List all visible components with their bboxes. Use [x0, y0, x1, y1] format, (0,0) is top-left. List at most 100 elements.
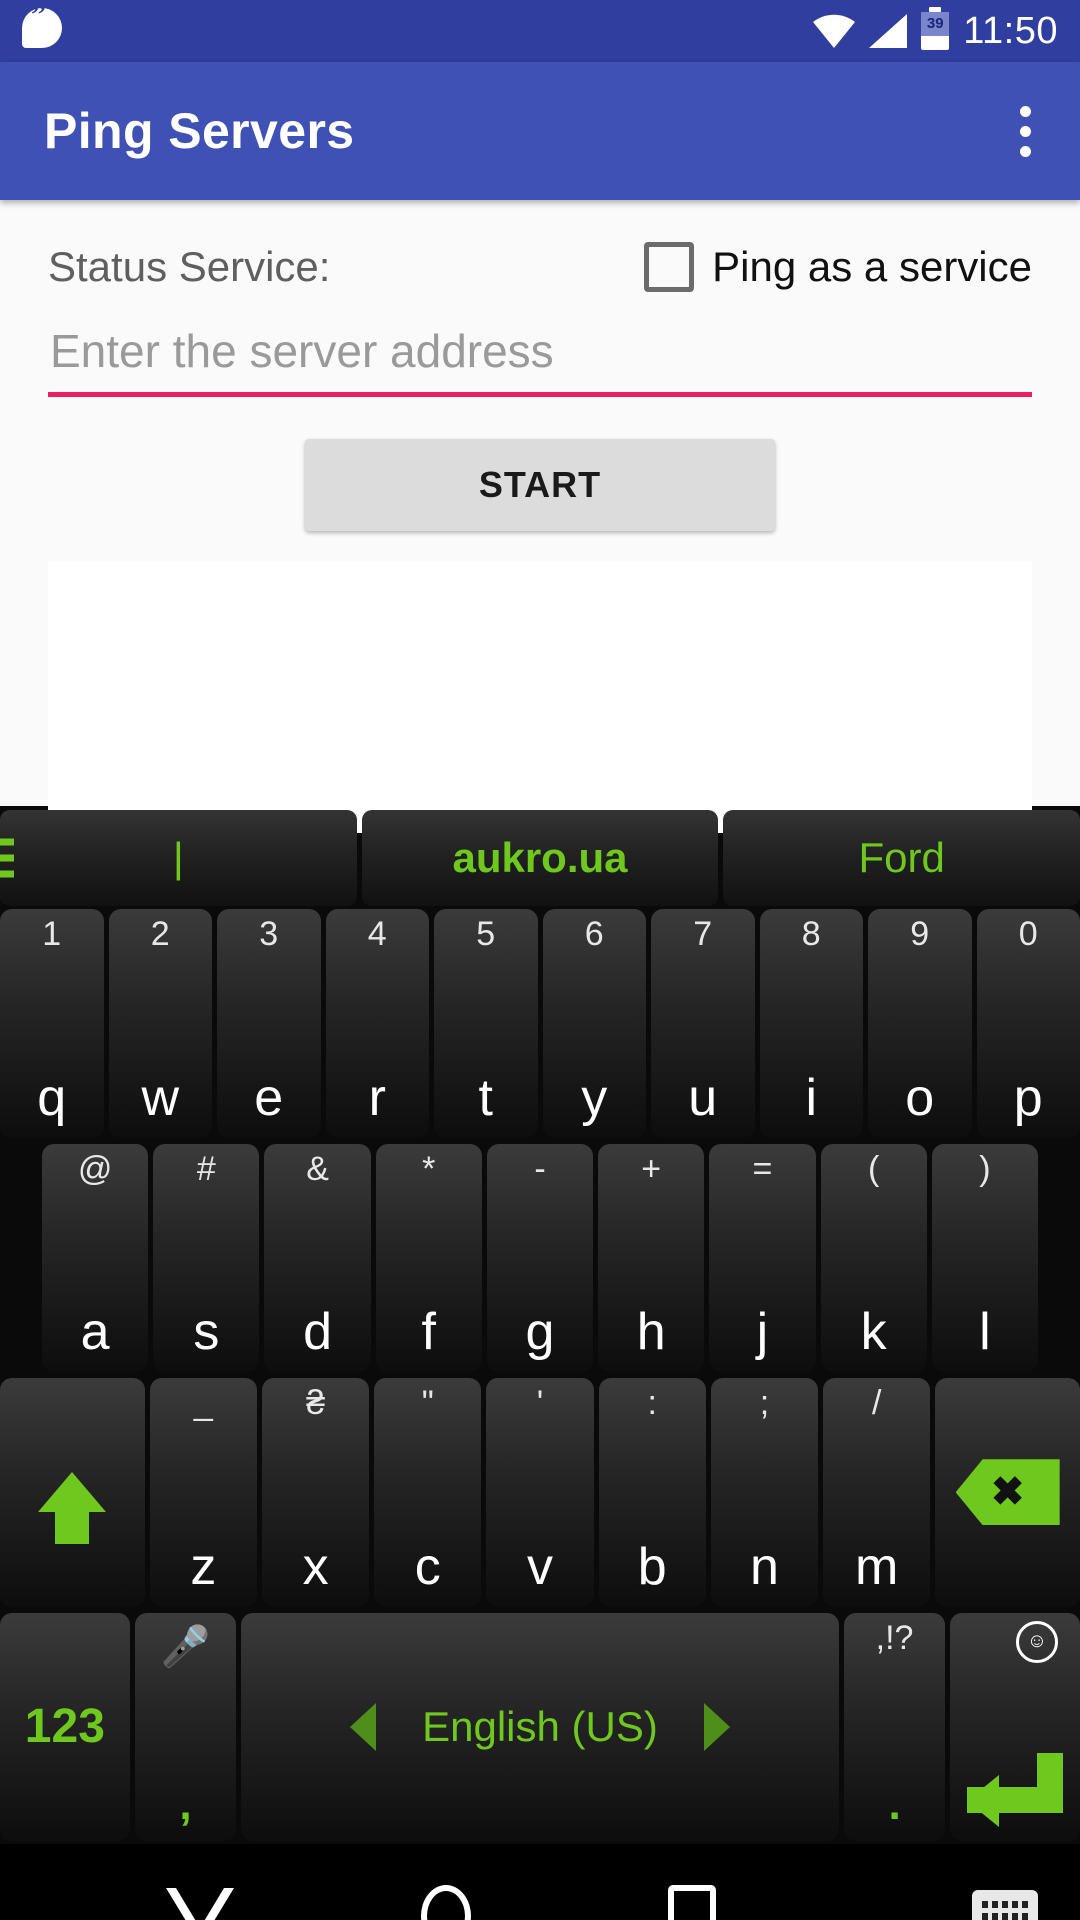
key-alt: _ [193, 1384, 213, 1422]
key-m[interactable]: / m [823, 1378, 931, 1607]
suggestion-item[interactable]: | [0, 810, 357, 906]
key-label: o [905, 1068, 935, 1127]
prev-language-icon[interactable] [350, 1702, 377, 1751]
key-s[interactable]: # s [153, 1143, 260, 1372]
keyboard-row-2: @ a # s & d * f -g + h = j (k ) l [0, 1141, 1080, 1376]
wifi-icon [813, 14, 856, 48]
server-address-input[interactable] [48, 318, 1032, 392]
start-button[interactable]: START [305, 439, 775, 531]
key-alt: 3 [259, 915, 279, 953]
back-icon [166, 1888, 234, 1920]
key-alt: - [534, 1149, 546, 1188]
key-label: l [979, 1303, 991, 1361]
period-key[interactable]: ,!? . [843, 1612, 946, 1841]
key-label: r [368, 1068, 386, 1127]
key-x[interactable]: ₴ x [261, 1378, 370, 1607]
key-label: y [581, 1068, 608, 1127]
next-language-icon[interactable] [703, 1702, 730, 1751]
key-label: v [527, 1537, 554, 1596]
ping-service-checkbox-group[interactable]: Ping as a service [644, 242, 1032, 292]
key-alt: + [641, 1149, 662, 1188]
menu-icon[interactable] [0, 838, 14, 878]
key-g[interactable]: -g [486, 1143, 594, 1372]
key-w[interactable]: 2w [108, 909, 212, 1138]
key-alt: 9 [910, 915, 930, 953]
server-address-field-wrap [48, 318, 1032, 397]
nav-home-button[interactable] [346, 1885, 546, 1920]
key-label: , [179, 1780, 192, 1829]
key-k[interactable]: (k [820, 1143, 927, 1372]
key-h[interactable]: + h [598, 1143, 705, 1372]
key-alt: ,!? [875, 1618, 914, 1657]
key-alt: & [306, 1149, 329, 1188]
key-j[interactable]: = j [709, 1143, 816, 1372]
suggestion-item[interactable]: Ford [723, 810, 1080, 906]
suggestion-strip: | aukro.ua Ford [0, 806, 1080, 906]
nav-recents-button[interactable] [592, 1885, 792, 1920]
shift-key[interactable] [0, 1378, 145, 1607]
key-l[interactable]: ) l [931, 1143, 1038, 1372]
key-alt: 5 [476, 915, 496, 953]
ping-as-service-label: Ping as a service [712, 243, 1032, 290]
key-c[interactable]: " c [374, 1378, 482, 1607]
key-alt: / [871, 1384, 882, 1422]
nav-back-button[interactable] [100, 1888, 300, 1920]
main-content: Status Service: Ping as a service START [0, 200, 1080, 833]
key-u[interactable]: 7u [651, 909, 755, 1138]
key-alt: : [647, 1384, 657, 1422]
app-bar: Ping Servers [0, 62, 1080, 200]
key-d[interactable]: & d [264, 1143, 371, 1372]
key-label: k [860, 1303, 887, 1361]
key-alt: ; [759, 1384, 770, 1422]
key-y[interactable]: 6y [542, 909, 646, 1138]
backspace-key[interactable]: ✖ [935, 1378, 1080, 1607]
key-f[interactable]: * f [375, 1143, 482, 1372]
soft-keyboard: | aukro.ua Ford 1q 2w 3e 4r 5t 6y 7u 8i … [0, 806, 1080, 1844]
status-bar-icons: 39 11:50 [813, 7, 1058, 53]
enter-key[interactable]: ☺ [950, 1612, 1080, 1841]
key-alt: ' [536, 1384, 544, 1422]
key-n[interactable]: ; n [710, 1378, 819, 1607]
key-alt: ) [979, 1149, 991, 1188]
shift-icon [38, 1472, 107, 1545]
key-e[interactable]: 3e [217, 909, 321, 1138]
suggestion-label: aukro.ua [452, 834, 628, 881]
overflow-menu-icon[interactable] [1004, 96, 1036, 167]
suggestion-label: Ford [858, 834, 945, 881]
key-z[interactable]: _ z [149, 1378, 257, 1607]
key-alt: 1 [42, 915, 62, 953]
suggestion-item[interactable]: aukro.ua [361, 810, 719, 906]
key-label: c [414, 1537, 441, 1596]
status-row: Status Service: Ping as a service [48, 200, 1032, 292]
comma-mic-key[interactable]: 🎤 , [134, 1612, 237, 1841]
key-alt: = [752, 1149, 773, 1188]
key-o[interactable]: 9o [868, 909, 972, 1138]
key-a[interactable]: @ a [42, 1143, 149, 1372]
key-i[interactable]: 8i [759, 909, 863, 1138]
key-b[interactable]: :b [598, 1378, 706, 1607]
key-label: t [478, 1068, 493, 1127]
key-label: w [141, 1068, 180, 1127]
space-key[interactable]: English (US) [241, 1612, 839, 1841]
ping-as-service-checkbox[interactable] [644, 242, 695, 292]
keyboard-toggle-icon[interactable] [972, 1890, 1038, 1920]
key-r[interactable]: 4r [325, 909, 429, 1138]
space-language-label: English (US) [422, 1702, 658, 1750]
numeric-mode-key[interactable]: 123 [0, 1612, 130, 1841]
key-alt: 6 [584, 915, 604, 953]
key-label: i [805, 1068, 818, 1127]
keyboard-row-1: 1q 2w 3e 4r 5t 6y 7u 8i 9o 0p [0, 906, 1080, 1141]
key-v[interactable]: ' v [486, 1378, 594, 1607]
page-title: Ping Servers [44, 103, 355, 159]
enter-icon [967, 1753, 1064, 1827]
keyboard-row-3: _ z ₴ x " c ' v :b ; n / m ✖ [0, 1375, 1080, 1610]
emoji-icon[interactable]: ☺ [1016, 1620, 1058, 1663]
recents-icon [668, 1885, 716, 1920]
key-alt: 8 [801, 915, 821, 953]
key-label: n [749, 1537, 779, 1596]
key-p[interactable]: 0p [976, 909, 1080, 1138]
key-label: s [193, 1303, 220, 1361]
key-label: j [756, 1303, 769, 1361]
key-t[interactable]: 5t [434, 909, 538, 1138]
key-q[interactable]: 1q [0, 909, 104, 1138]
